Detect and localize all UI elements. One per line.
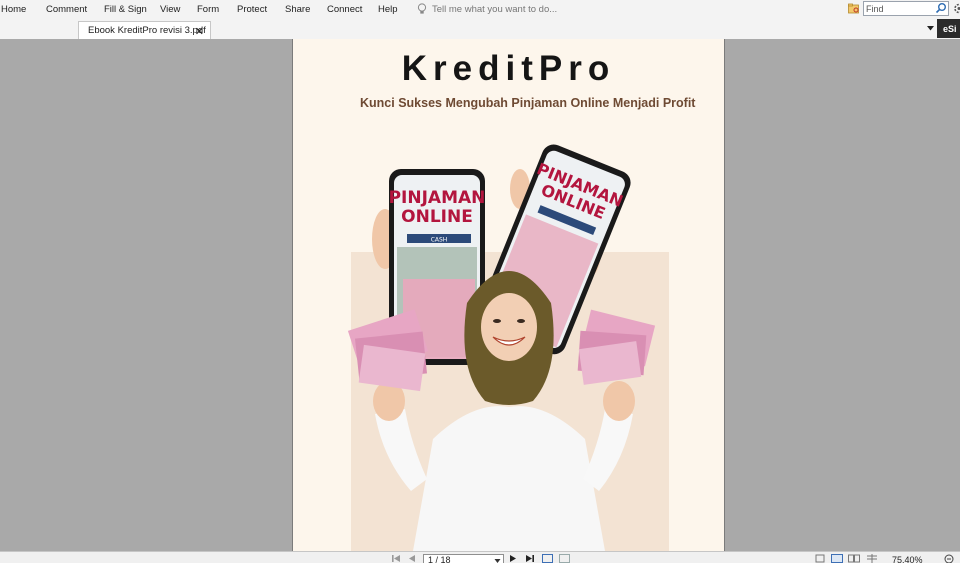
find-input[interactable] bbox=[864, 2, 936, 15]
close-icon[interactable]: ✕ bbox=[195, 25, 204, 38]
document-tab-label: Ebook KreditPro revisi 3.pdf bbox=[88, 25, 206, 36]
tell-me-placeholder: Tell me what you want to do... bbox=[432, 4, 557, 15]
lightbulb-icon bbox=[417, 3, 427, 15]
document-tab-strip: Ebook KreditPro revisi 3.pdf ✕ bbox=[0, 19, 960, 40]
menu-item-help[interactable]: Help bbox=[378, 4, 398, 15]
esign-label: eSi bbox=[943, 24, 957, 34]
phone-left-line2: ONLINE bbox=[401, 207, 473, 227]
find-area bbox=[848, 1, 949, 16]
menu-item-home[interactable]: Home bbox=[1, 4, 26, 15]
chevron-down-icon[interactable] bbox=[926, 24, 935, 32]
menu-item-comment[interactable]: Comment bbox=[46, 4, 87, 15]
menu-item-view[interactable]: View bbox=[160, 4, 180, 15]
menu-item-form[interactable]: Form bbox=[197, 4, 219, 15]
menu-item-share[interactable]: Share bbox=[285, 4, 310, 15]
hero-illustration: PINJAMAN ONLINE CASH PINJAMAN ONLINE bbox=[293, 139, 724, 551]
page-subtitle: Kunci Sukses Mengubah Pinjaman Online Me… bbox=[360, 96, 695, 110]
search-icon[interactable] bbox=[935, 2, 947, 14]
woman-face bbox=[481, 293, 537, 361]
pdf-page: KreditPro Kunci Sukses Mengubah Pinjaman… bbox=[292, 39, 725, 551]
woman-right-hand bbox=[603, 381, 635, 421]
menu-item-connect[interactable]: Connect bbox=[327, 4, 362, 15]
menu-item-protect[interactable]: Protect bbox=[237, 4, 267, 15]
document-viewport[interactable]: KreditPro Kunci Sukses Mengubah Pinjaman… bbox=[0, 39, 960, 551]
phone-left-line1: PINJAMAN bbox=[389, 188, 486, 208]
status-bar: 1 / 18 75.40% bbox=[0, 551, 960, 563]
chevron-down-icon[interactable] bbox=[494, 558, 501, 563]
esign-button[interactable]: eSi bbox=[937, 19, 960, 38]
document-tab[interactable]: Ebook KreditPro revisi 3.pdf ✕ bbox=[78, 21, 211, 39]
phone-left-cash: CASH bbox=[431, 237, 448, 244]
menu-item-fill-sign[interactable]: Fill & Sign bbox=[104, 4, 147, 15]
page-title: KreditPro bbox=[293, 49, 724, 89]
gear-icon[interactable] bbox=[953, 3, 960, 14]
find-field bbox=[863, 1, 949, 16]
find-folder-icon[interactable] bbox=[848, 3, 860, 14]
tell-me-search[interactable]: Tell me what you want to do... bbox=[417, 3, 557, 15]
menu-bar: Home Comment Fill & Sign View Form Prote… bbox=[0, 0, 960, 19]
